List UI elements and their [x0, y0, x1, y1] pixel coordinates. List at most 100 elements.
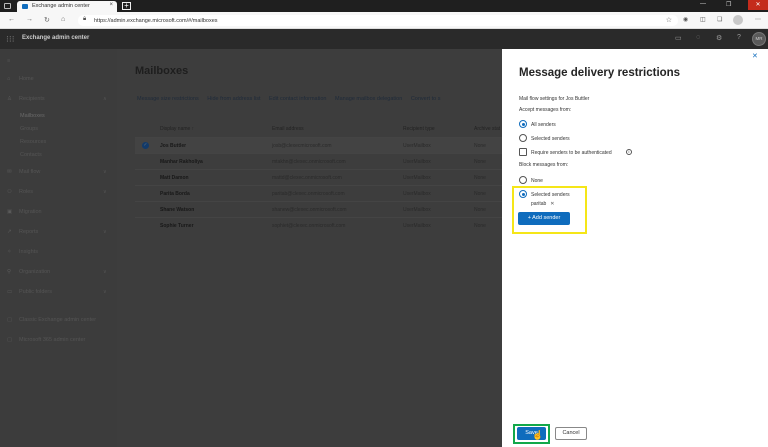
column-recipient-type[interactable]: Recipient type — [403, 126, 435, 132]
remove-sender-icon[interactable]: ✕ — [550, 201, 554, 207]
favorite-star-icon[interactable]: ☆ — [666, 16, 672, 24]
column-email[interactable]: Email address — [272, 126, 304, 132]
add-sender-button[interactable]: + Add sender — [518, 212, 570, 225]
chevron-down-icon[interactable]: ∨ — [103, 289, 107, 295]
help-icon[interactable]: ? — [737, 34, 741, 41]
chevron-up-icon[interactable]: ∧ — [103, 96, 107, 102]
user-avatar[interactable]: MR — [752, 32, 766, 46]
manage-mailbox-delegation-button[interactable]: Manage mailbox delegation — [335, 96, 402, 102]
checkbox[interactable] — [519, 148, 527, 156]
chevron-down-icon[interactable]: ∨ — [103, 169, 107, 175]
roles-icon: ⚇ — [7, 189, 12, 195]
panel-subtitle: Mail flow settings for Jos Buttler — [519, 96, 590, 102]
close-tab-icon[interactable]: × — [109, 2, 113, 8]
folder-icon: ▭ — [7, 289, 13, 295]
highlight-box — [512, 186, 587, 234]
settings-gear-icon[interactable]: ⚙ — [716, 34, 722, 42]
people-icon: ♙ — [7, 96, 12, 102]
home-icon: ⌂ — [7, 76, 11, 82]
nav-item-reports[interactable]: ↗ Reports — [7, 229, 38, 235]
column-archive-status[interactable]: Archive stat — [474, 126, 500, 132]
chevron-down-icon[interactable]: ∨ — [103, 189, 107, 195]
app-header: ⁝⁝⁝ Exchange admin center ▭ ◌ ⚙ ? MR — [0, 29, 768, 49]
nav-sub-resources[interactable]: Resources — [20, 139, 46, 145]
notification-bell-icon[interactable]: ◌ — [696, 34, 700, 41]
maximize-icon[interactable]: ❐ — [726, 1, 731, 8]
table-row[interactable]: Manhar Rakholiya mtakhn@clexec.onmicroso… — [135, 153, 502, 169]
refresh-icon[interactable]: ↻ — [44, 16, 50, 24]
nav-item-insights[interactable]: ✧ Insights — [7, 249, 38, 255]
browser-tab-strip: Exchange admin center × + — ❐ ✕ — [0, 0, 768, 12]
chevron-down-icon[interactable]: ∨ — [103, 229, 107, 235]
message-size-restrictions-button[interactable]: Message size restrictions — [137, 96, 199, 102]
close-window-icon[interactable]: ✕ — [748, 0, 768, 10]
nav-item-classic-eac[interactable]: ▢ Classic Exchange admin center — [7, 317, 96, 323]
nav-sub-groups[interactable]: Groups — [20, 126, 38, 132]
minimize-icon[interactable]: — — [700, 1, 706, 7]
table-row[interactable]: Parita Borda paritab@clexec.onmicrosoft.… — [135, 185, 502, 201]
table-row[interactable]: Shane Watson shanew@clexec.onmicrosoft.c… — [135, 201, 502, 217]
nav-item-recipients[interactable]: ♙ Recipients — [7, 96, 45, 102]
lock-icon[interactable]: 🔒︎ — [83, 16, 86, 23]
cancel-button[interactable]: Cancel — [555, 427, 587, 440]
mail-icon: ✉ — [7, 169, 12, 175]
panel-title: Message delivery restrictions — [519, 67, 681, 79]
nav-item-mail-flow[interactable]: ✉ Mail flow — [7, 169, 40, 175]
exchange-favicon-icon — [22, 4, 28, 9]
nav-item-m365-admin[interactable]: ▢ Microsoft 365 admin center — [7, 337, 85, 343]
mailbox-table: Display name ↑ Email address Recipient t… — [135, 121, 502, 233]
command-bar: Message size restrictions Hide from addr… — [137, 96, 447, 102]
nav-item-organization[interactable]: ⚲ Organization — [7, 269, 50, 275]
classic-icon: ▢ — [7, 317, 13, 323]
nav-item-public-folders[interactable]: ▭ Public folders — [7, 289, 52, 295]
chart-icon: ↗ — [7, 229, 12, 235]
nav-collapse-icon[interactable]: ≡ — [7, 58, 10, 64]
migration-icon: ▣ — [7, 209, 13, 215]
nav-sub-mailboxes[interactable]: Mailboxes — [20, 113, 45, 119]
home-browser-icon[interactable]: ⌂ — [61, 16, 65, 23]
nav-item-roles[interactable]: ⚇ Roles — [7, 189, 33, 195]
message-delivery-restrictions-panel: ✕ Message delivery restrictions Mail flo… — [502, 49, 768, 447]
row-selected-check-icon[interactable]: ✓ — [142, 142, 149, 149]
browser-menu-icon[interactable]: ⋯ — [755, 16, 761, 23]
radio-unselected[interactable] — [519, 176, 527, 184]
app-launcher-icon[interactable]: ⁝⁝⁝ — [6, 34, 15, 45]
chevron-down-icon[interactable]: ∨ — [103, 269, 107, 275]
table-header: Display name ↑ Email address Recipient t… — [135, 121, 502, 137]
block-messages-label: Block messages from: — [519, 162, 569, 168]
edit-contact-information-button[interactable]: Edit contact information — [269, 96, 326, 102]
table-row[interactable]: Matt Damon mattd@clexec.onmicrosoft.com … — [135, 169, 502, 185]
back-icon[interactable]: ← — [8, 16, 15, 23]
hide-from-address-list-button[interactable]: Hide from address list — [207, 96, 260, 102]
insights-icon: ✧ — [7, 249, 12, 255]
nav-item-migration[interactable]: ▣ Migration — [7, 209, 42, 215]
browser-profile-avatar[interactable] — [733, 15, 743, 25]
convert-button[interactable]: Convert to s — [411, 96, 441, 102]
sender-chip: paritab ✕ — [531, 201, 555, 207]
info-icon[interactable]: i — [626, 148, 632, 155]
table-row[interactable]: Sophie Turner sophiet@clexec.onmicrosoft… — [135, 217, 502, 233]
org-icon: ⚲ — [7, 269, 12, 275]
close-panel-icon[interactable]: ✕ — [752, 52, 758, 60]
screen-share-icon[interactable]: ▭ — [675, 34, 682, 42]
m365-icon: ▢ — [7, 337, 13, 343]
browser-tab[interactable]: Exchange admin center × — [17, 1, 117, 12]
table-row[interactable]: ✓ Jos Buttler josb@clexecmicrosoft.com U… — [135, 137, 502, 153]
accept-messages-label: Accept messages from: — [519, 107, 572, 113]
extension-icon[interactable]: ◉ — [683, 16, 688, 23]
address-bar[interactable]: 🔒︎ https://admin.exchange.microsoft.com/… — [78, 15, 678, 26]
browser-tab-title: Exchange admin center — [32, 3, 90, 9]
tab-actions-icon[interactable] — [4, 3, 11, 9]
collections-icon[interactable]: ❏ — [717, 16, 722, 23]
nav-sub-contacts[interactable]: Contacts — [20, 152, 42, 158]
forward-icon[interactable]: → — [26, 16, 33, 23]
new-tab-button[interactable]: + — [122, 2, 131, 10]
column-display-name[interactable]: Display name ↑ — [160, 126, 194, 132]
mailboxes-page: Mailboxes Message size restrictions Hide… — [117, 49, 502, 447]
url-text: https://admin.exchange.microsoft.com/#/m… — [94, 17, 218, 24]
app-title: Exchange admin center — [22, 35, 90, 41]
radio-unselected[interactable] — [519, 134, 527, 142]
nav-item-home[interactable]: ⌂ Home — [7, 76, 34, 82]
radio-selected[interactable] — [519, 120, 527, 128]
split-screen-icon[interactable]: ◫ — [700, 16, 706, 23]
